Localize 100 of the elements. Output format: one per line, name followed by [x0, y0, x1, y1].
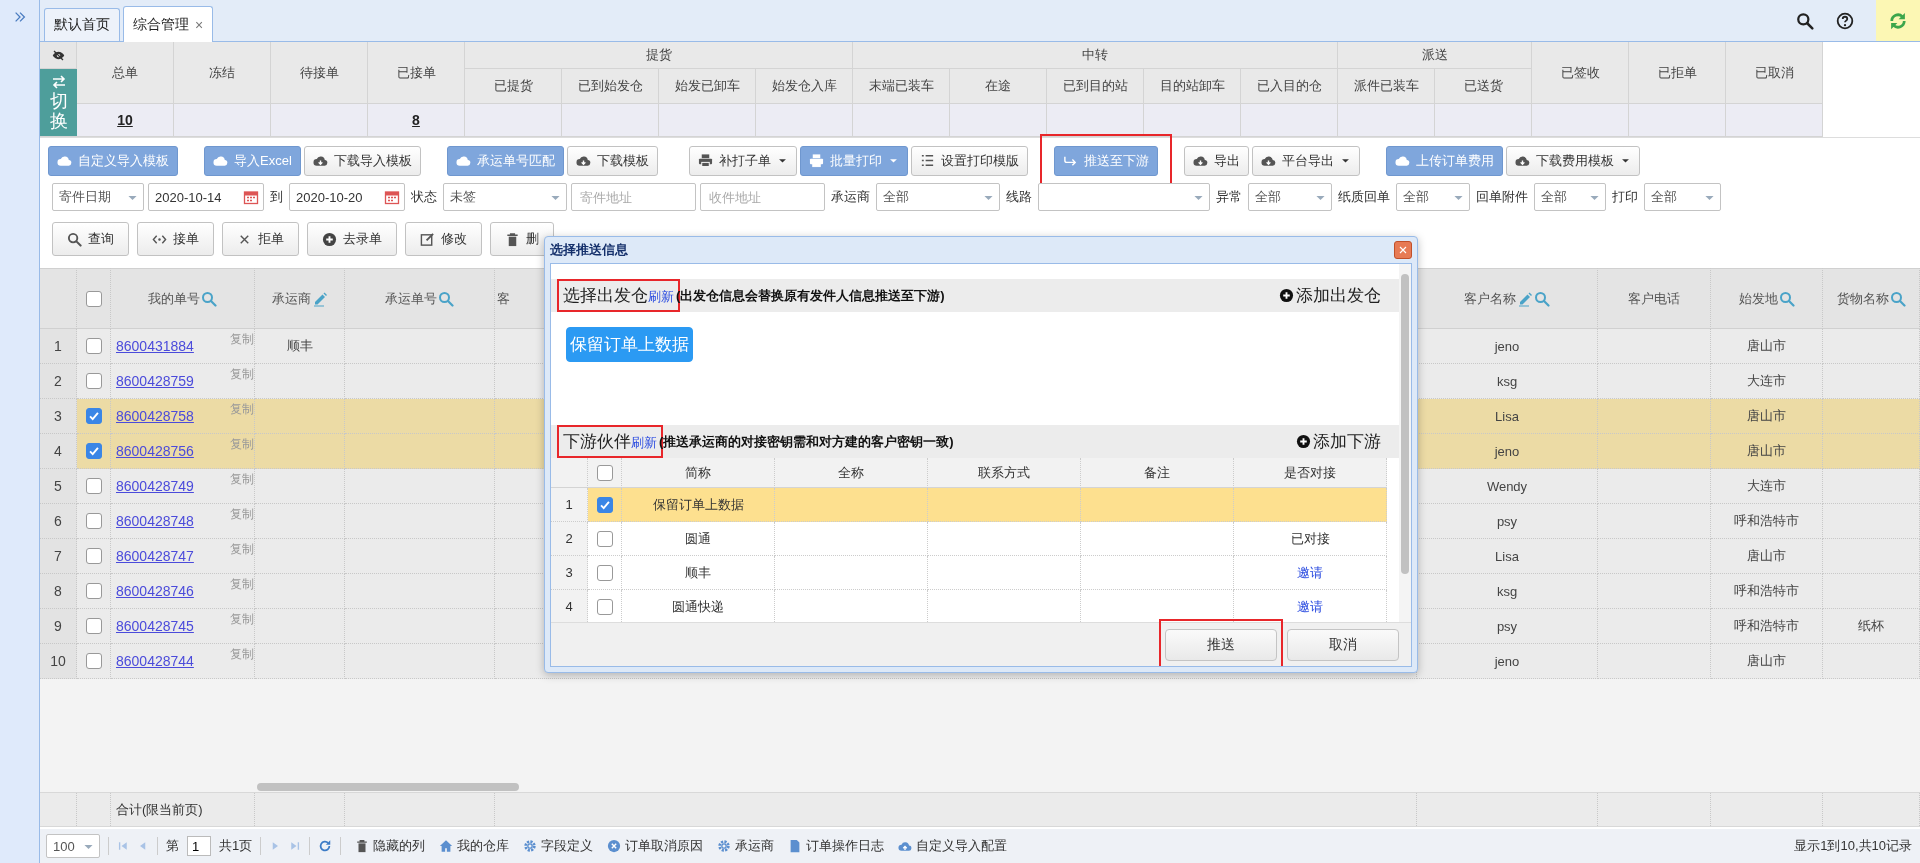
text-field[interactable]: 收件地址: [700, 183, 825, 211]
action-button[interactable]: 拒单: [222, 222, 299, 256]
tab[interactable]: 综合管理 ×: [123, 6, 214, 42]
scrollbar-thumb[interactable]: [1401, 274, 1409, 574]
sync-icon: [1888, 10, 1908, 31]
toolbar-button[interactable]: 下载导入模板: [303, 145, 421, 176]
scrollbar-thumb[interactable]: [257, 783, 519, 791]
date-field[interactable]: 2020-10-20: [289, 183, 405, 211]
checkbox[interactable]: [85, 513, 102, 529]
printer-icon: [808, 153, 824, 168]
toolbar-button[interactable]: 补打子单: [688, 145, 797, 176]
pencil-icon[interactable]: [1517, 290, 1533, 307]
last-page-icon[interactable]: [289, 840, 302, 852]
refresh-button[interactable]: [1876, 0, 1920, 41]
pencil-icon[interactable]: [311, 290, 328, 307]
action-button[interactable]: 接单: [137, 222, 214, 256]
refresh-link[interactable]: 刷新: [631, 434, 657, 452]
toolbar-link[interactable]: 订单取消原因: [607, 837, 704, 855]
action-button[interactable]: 查询: [52, 222, 129, 256]
row-number: 7: [40, 539, 77, 574]
order-link[interactable]: 8600428756: [116, 443, 194, 459]
dialog-button[interactable]: 取消: [1287, 628, 1399, 661]
checkbox[interactable]: [596, 598, 613, 615]
invite-link[interactable]: 邀请: [1297, 563, 1323, 582]
order-link[interactable]: 8600428759: [116, 373, 194, 389]
action-button[interactable]: 修改: [405, 222, 482, 256]
invite-link[interactable]: 邀请: [1297, 597, 1323, 616]
dialog-button[interactable]: 推送: [1165, 628, 1277, 661]
dropdown[interactable]: [1038, 183, 1210, 211]
table-cell: ksg: [1417, 574, 1598, 609]
order-link[interactable]: 8600431884: [116, 338, 194, 354]
order-link[interactable]: 8600428748: [116, 513, 194, 529]
search-icon[interactable]: [1796, 11, 1814, 30]
toolbar-link[interactable]: 承运商: [717, 837, 775, 855]
upload-icon: [455, 153, 471, 168]
toolbar-button[interactable]: 下载费用模板: [1505, 145, 1640, 176]
count-link[interactable]: 8: [412, 112, 420, 128]
order-link[interactable]: 8600428746: [116, 583, 194, 599]
dropdown[interactable]: 全部: [1248, 183, 1332, 211]
toolbar-button[interactable]: 导出: [1183, 145, 1249, 176]
column-header: 已送货: [1435, 69, 1532, 104]
checkbox[interactable]: [596, 530, 613, 547]
column-title: 客户名称: [1464, 289, 1516, 308]
text-field[interactable]: 寄件地址: [571, 183, 696, 211]
toolbar-link[interactable]: 订单操作日志: [788, 837, 885, 855]
checkbox[interactable]: [596, 496, 613, 513]
dropdown[interactable]: 全部: [1534, 183, 1606, 211]
dropdown[interactable]: 未签: [443, 183, 567, 211]
help-icon[interactable]: [1836, 11, 1854, 30]
checkbox[interactable]: [85, 548, 102, 564]
add-link[interactable]: 添加出发仓: [1279, 284, 1381, 307]
checkbox[interactable]: [85, 290, 102, 307]
checkbox[interactable]: [596, 464, 613, 481]
refresh-link[interactable]: 刷新: [648, 288, 674, 306]
section-title: 选择出发仓: [563, 285, 648, 307]
checkbox[interactable]: [85, 478, 102, 494]
order-link[interactable]: 8600428747: [116, 548, 194, 564]
hide-icon[interactable]: [51, 48, 65, 62]
plus-icon: [1279, 288, 1294, 303]
checkbox[interactable]: [85, 338, 102, 354]
toolbar-link[interactable]: 自定义导入配置: [898, 837, 1008, 855]
order-link[interactable]: 8600428744: [116, 653, 194, 669]
dropdown[interactable]: 全部: [1396, 183, 1470, 211]
toolbar-link[interactable]: 隐藏的列: [355, 837, 426, 855]
table-cell: psy: [1417, 504, 1598, 539]
page-size-dropdown[interactable]: 100: [46, 834, 100, 858]
tab[interactable]: 默认首页: [44, 8, 120, 41]
checkbox[interactable]: [596, 564, 613, 581]
table-cell: jeno: [1417, 329, 1598, 364]
toolbar-button[interactable]: 平台导出: [1251, 145, 1360, 176]
checkbox[interactable]: [85, 443, 102, 459]
count-link[interactable]: 10: [117, 112, 133, 128]
checkbox[interactable]: [85, 373, 102, 389]
order-link[interactable]: 8600428749: [116, 478, 194, 494]
checkbox[interactable]: [85, 618, 102, 634]
dropdown[interactable]: 全部: [876, 183, 1000, 211]
column-header: 简称: [622, 458, 775, 488]
page-field[interactable]: 1: [187, 836, 211, 856]
close-button[interactable]: ×: [195, 16, 204, 33]
checkbox[interactable]: [85, 583, 102, 599]
action-button[interactable]: 去录单: [307, 222, 397, 256]
checkbox[interactable]: [85, 408, 102, 424]
add-link[interactable]: 添加下游: [1296, 430, 1381, 453]
section-title: 下游伙伴: [563, 431, 631, 453]
toolbar-link[interactable]: 我的仓库: [439, 837, 510, 855]
close-button[interactable]: [1394, 241, 1412, 259]
toolbar-button[interactable]: 下载模板: [566, 145, 658, 176]
date-field[interactable]: 2020-10-14: [148, 183, 264, 211]
dropdown[interactable]: 寄件日期: [52, 183, 144, 211]
dropdown[interactable]: 全部: [1644, 183, 1721, 211]
toolbar-button[interactable]: 设置打印模版: [910, 145, 1028, 176]
row-number: 4: [40, 434, 77, 469]
order-link[interactable]: 8600428758: [116, 408, 194, 424]
order-link[interactable]: 8600428745: [116, 618, 194, 634]
field-label: 到: [269, 188, 284, 206]
first-page-icon[interactable]: [117, 840, 129, 852]
toolbar-link[interactable]: 字段定义: [523, 837, 594, 855]
column-header: 已取消: [1726, 42, 1823, 104]
checkbox[interactable]: [85, 653, 102, 669]
refresh-icon[interactable]: [318, 839, 333, 853]
